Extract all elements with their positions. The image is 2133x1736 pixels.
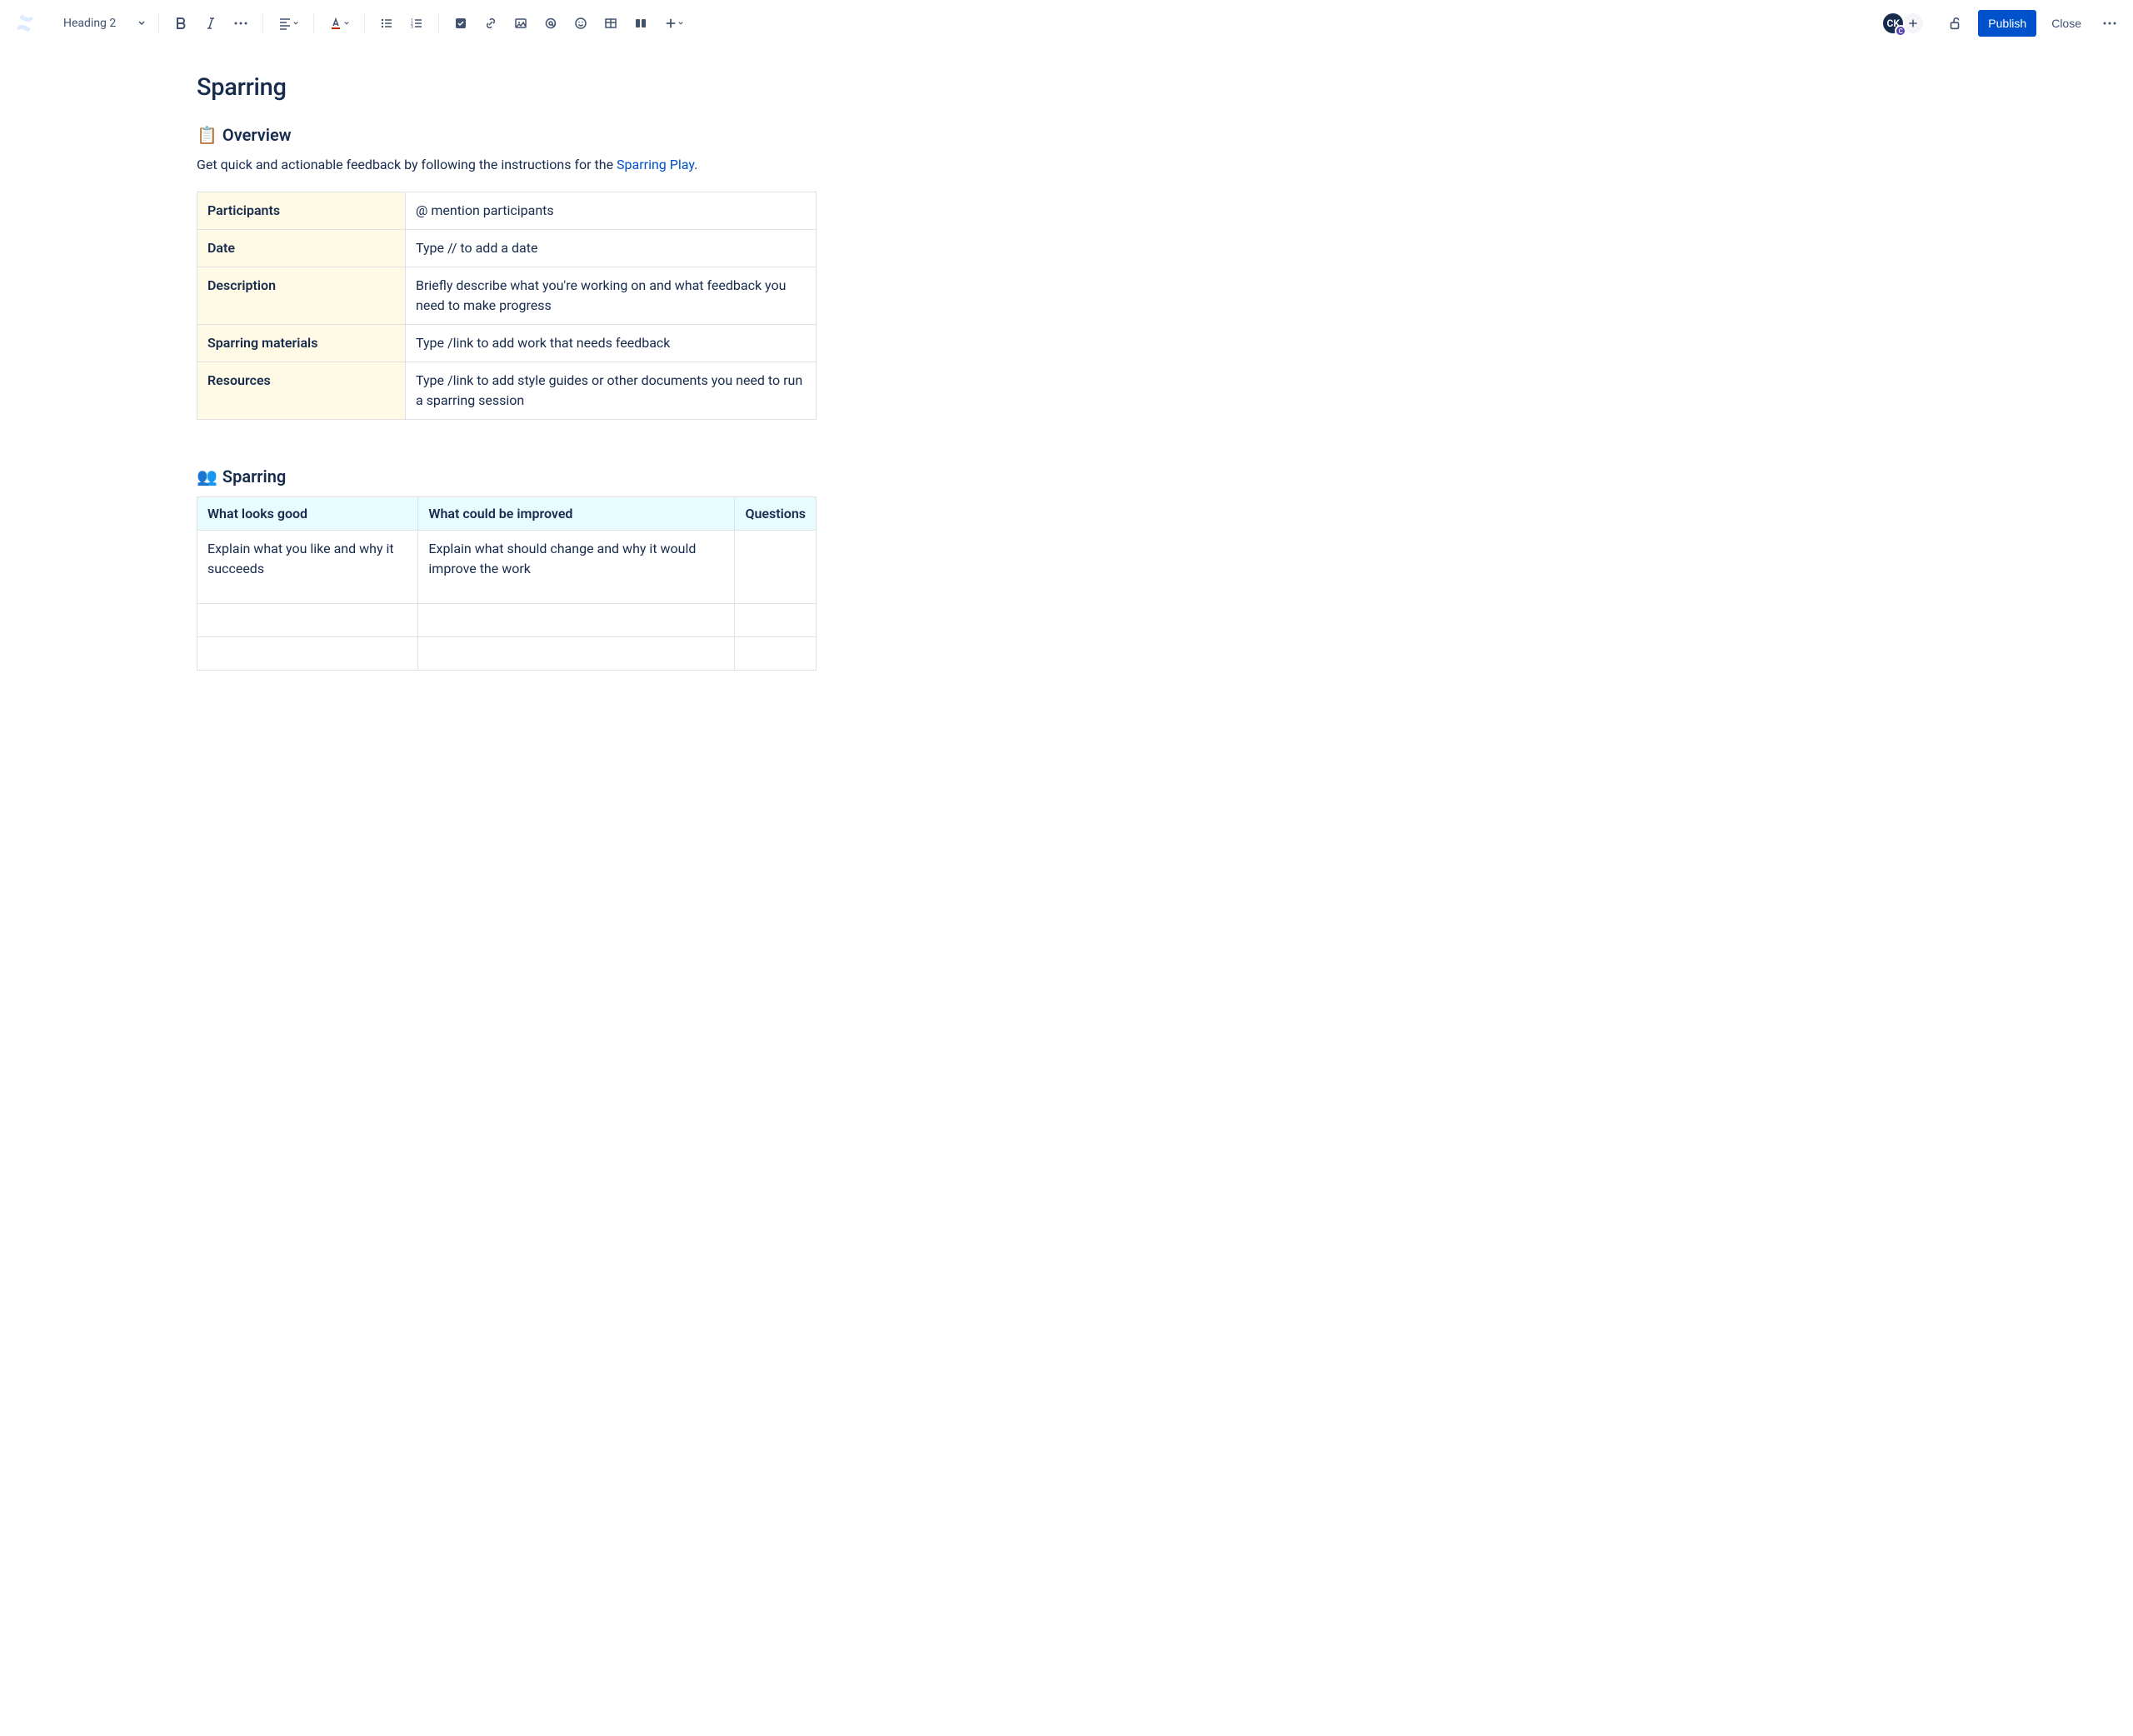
- separator: [313, 13, 314, 33]
- link-button[interactable]: [477, 10, 504, 37]
- more-horizontal-icon: [234, 22, 247, 25]
- chevron-down-icon: [293, 21, 298, 26]
- table-cell[interactable]: [735, 531, 817, 604]
- checkbox-icon: [454, 17, 467, 30]
- more-horizontal-icon: [2103, 22, 2116, 25]
- chevron-down-icon: [138, 20, 145, 27]
- bold-icon: [174, 17, 187, 30]
- table-icon: [604, 17, 617, 30]
- italic-button[interactable]: [197, 10, 224, 37]
- table-cell-key[interactable]: Description: [197, 267, 406, 325]
- table-cell-key[interactable]: Resources: [197, 362, 406, 420]
- chevron-down-icon: [678, 21, 683, 26]
- publish-button[interactable]: Publish: [1978, 10, 2036, 37]
- align-left-icon: [278, 17, 292, 30]
- table-cell-key[interactable]: Date: [197, 230, 406, 267]
- separator: [364, 13, 365, 33]
- overview-table[interactable]: Participants@ mention participantsDateTy…: [197, 192, 817, 420]
- avatar-badge: C: [1895, 25, 1906, 37]
- table-cell[interactable]: Explain what should change and why it wo…: [418, 531, 735, 604]
- avatar[interactable]: CK C: [1881, 12, 1905, 35]
- restrictions-button[interactable]: [1941, 10, 1968, 37]
- table-row[interactable]: [197, 604, 817, 637]
- mention-icon: [544, 17, 557, 30]
- table-row[interactable]: ResourcesType /link to add style guides …: [197, 362, 817, 420]
- table-header-cell[interactable]: What could be improved: [418, 497, 735, 531]
- layouts-icon: [634, 17, 647, 30]
- editor-toolbar: Heading 2 123: [0, 0, 2133, 47]
- table-row[interactable]: DateType // to add a date: [197, 230, 817, 267]
- intro-text-prefix: Get quick and actionable feedback by fol…: [197, 157, 617, 172]
- insert-dropdown[interactable]: [657, 10, 691, 37]
- page-title[interactable]: Sparring: [197, 73, 817, 102]
- table-cell-key[interactable]: Participants: [197, 192, 406, 230]
- table-cell-value[interactable]: Type /link to add work that needs feedba…: [406, 325, 817, 362]
- table-header-cell[interactable]: What looks good: [197, 497, 418, 531]
- layouts-button[interactable]: [627, 10, 654, 37]
- separator: [438, 13, 439, 33]
- sparring-table[interactable]: What looks goodWhat could be improvedQue…: [197, 496, 817, 671]
- close-button[interactable]: Close: [2043, 10, 2090, 37]
- sparring-play-link[interactable]: Sparring Play: [617, 157, 694, 172]
- table-cell[interactable]: Explain what you like and why it succeed…: [197, 531, 418, 604]
- emoji-button[interactable]: [567, 10, 594, 37]
- numbered-list-icon: 123: [410, 17, 423, 30]
- emoji-icon: [574, 17, 587, 30]
- italic-icon: [204, 17, 217, 30]
- table-row[interactable]: Participants@ mention participants: [197, 192, 817, 230]
- more-formatting-button[interactable]: [227, 10, 254, 37]
- text-style-dropdown[interactable]: Heading 2: [58, 13, 150, 33]
- chevron-down-icon: [344, 21, 349, 26]
- confluence-logo: [15, 13, 35, 33]
- text-style-label: Heading 2: [63, 17, 116, 30]
- table-row[interactable]: [197, 637, 817, 671]
- table-header-cell[interactable]: Questions: [735, 497, 817, 531]
- table-cell[interactable]: [735, 637, 817, 671]
- link-icon: [484, 17, 497, 30]
- table-cell-value[interactable]: Type // to add a date: [406, 230, 817, 267]
- sparring-heading-text: Sparring: [222, 466, 286, 486]
- mention-button[interactable]: [537, 10, 564, 37]
- action-item-button[interactable]: [447, 10, 474, 37]
- numbered-list-button[interactable]: 123: [403, 10, 430, 37]
- table-cell-key[interactable]: Sparring materials: [197, 325, 406, 362]
- intro-text-suffix: .: [694, 157, 697, 172]
- image-button[interactable]: [507, 10, 534, 37]
- table-row[interactable]: Sparring materialsType /link to add work…: [197, 325, 817, 362]
- bold-button[interactable]: [167, 10, 194, 37]
- collaborator-avatars: CK C: [1881, 12, 1925, 35]
- plus-icon: [1908, 18, 1918, 28]
- table-cell-value[interactable]: @ mention participants: [406, 192, 817, 230]
- table-cell-value[interactable]: Briefly describe what you're working on …: [406, 267, 817, 325]
- page-content[interactable]: Sparring 📋 Overview Get quick and action…: [190, 73, 823, 671]
- table-row[interactable]: Explain what you like and why it succeed…: [197, 531, 817, 604]
- table-cell-value[interactable]: Type /link to add style guides or other …: [406, 362, 817, 420]
- overview-heading[interactable]: 📋 Overview: [197, 125, 817, 145]
- separator: [158, 13, 159, 33]
- table-cell[interactable]: [418, 637, 735, 671]
- more-actions-button[interactable]: [2096, 10, 2123, 37]
- bullet-list-button[interactable]: [373, 10, 400, 37]
- text-color-icon: [329, 17, 342, 30]
- table-button[interactable]: [597, 10, 624, 37]
- table-cell[interactable]: [418, 604, 735, 637]
- clipboard-icon: 📋: [197, 125, 217, 145]
- unlocked-icon: [1947, 16, 1962, 31]
- image-icon: [514, 17, 527, 30]
- plus-icon: [665, 17, 677, 29]
- table-row[interactable]: DescriptionBriefly describe what you're …: [197, 267, 817, 325]
- table-cell[interactable]: [197, 637, 418, 671]
- text-color-dropdown[interactable]: [322, 10, 356, 37]
- table-cell[interactable]: [197, 604, 418, 637]
- alignment-dropdown[interactable]: [272, 10, 305, 37]
- table-cell[interactable]: [735, 604, 817, 637]
- overview-intro[interactable]: Get quick and actionable feedback by fol…: [197, 155, 817, 175]
- overview-heading-text: Overview: [222, 125, 292, 145]
- people-icon: 👥: [197, 466, 217, 486]
- svg-text:3: 3: [411, 25, 413, 30]
- separator: [262, 13, 263, 33]
- sparring-heading[interactable]: 👥 Sparring: [197, 466, 817, 486]
- bullet-list-icon: [380, 17, 393, 30]
